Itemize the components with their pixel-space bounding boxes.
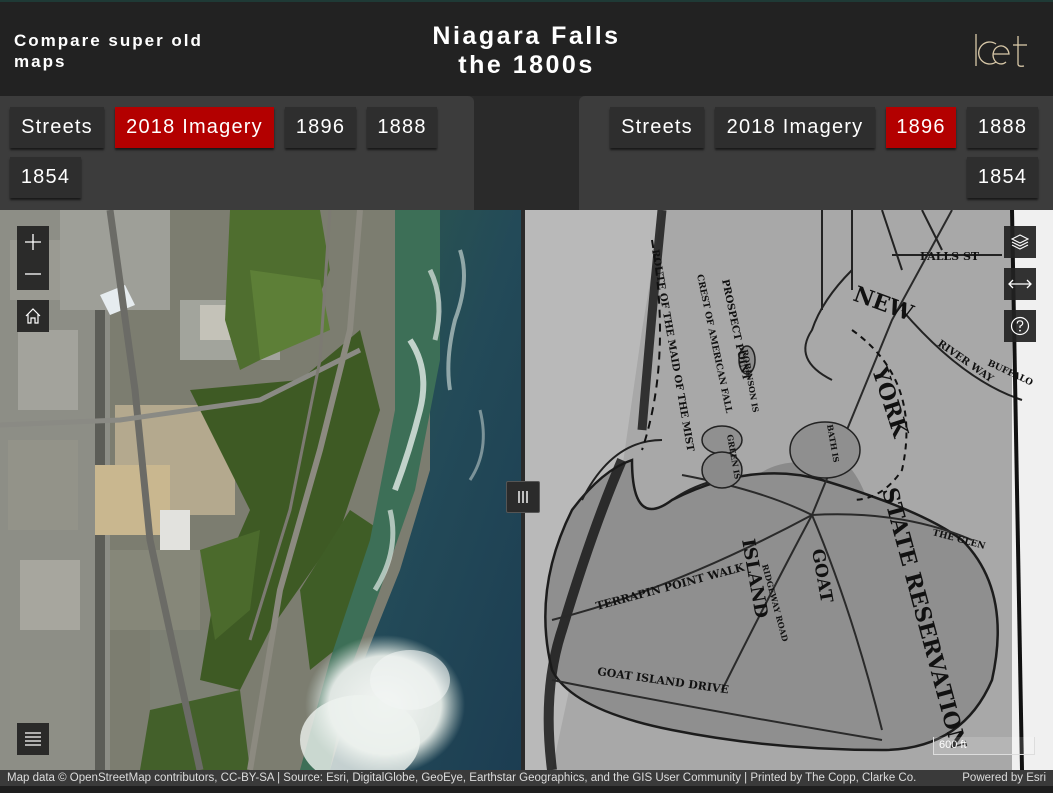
divider-grip-icon [518, 491, 528, 503]
legend-button[interactable] [17, 723, 49, 755]
zoom-out-button[interactable] [17, 258, 49, 290]
left-1896-button[interactable]: 1896 [285, 107, 356, 148]
right-streets-button[interactable]: Streets [610, 107, 704, 148]
home-button[interactable] [17, 300, 49, 332]
powered-by-link[interactable]: Powered by Esri [962, 770, 1046, 786]
scalebar: 600 ft [933, 737, 1035, 755]
left-1888-button[interactable]: 1888 [367, 107, 437, 148]
map-label-falls-st: FALLS ST [920, 250, 980, 263]
layers-button[interactable] [1004, 226, 1036, 258]
help-icon [1010, 316, 1030, 336]
help-button[interactable] [1004, 310, 1036, 342]
page-title-line2: the 1800s [458, 51, 595, 79]
right-1896-button[interactable]: 1896 [886, 107, 956, 148]
left-map-imagery[interactable] [0, 210, 522, 770]
swipe-mode-button[interactable] [1004, 268, 1036, 300]
swipe-handle[interactable] [506, 481, 540, 513]
satellite-image [0, 210, 522, 770]
right-1854-button[interactable]: 1854 [967, 157, 1038, 198]
list-icon [25, 732, 41, 746]
attribution-text: Map data © OpenStreetMap contributors, C… [7, 772, 917, 784]
left-layer-panel: Streets 2018 Imagery 1896 1888 1854 [0, 96, 474, 210]
minus-icon [25, 273, 41, 275]
scalebar-label: 600 ft [939, 739, 967, 751]
page-title-line1: Niagara Falls [432, 22, 621, 50]
lcet-logo[interactable] [971, 30, 1035, 70]
panel-gap [474, 96, 579, 210]
page-title: Niagara Falls the 1800s [0, 22, 1053, 80]
bottom-bar [0, 786, 1053, 793]
plus-icon [25, 234, 41, 250]
historic-map-1896: FALLS ST NEW YORK STATE RESERVATION GOAT… [522, 210, 1053, 770]
zoom-in-button[interactable] [17, 226, 49, 258]
right-layer-panel: Streets 2018 Imagery 1896 1888 1854 [579, 96, 1053, 210]
left-imagery-2018-button[interactable]: 2018 Imagery [115, 107, 274, 148]
right-imagery-2018-button[interactable]: 2018 Imagery [715, 107, 875, 148]
left-1854-button[interactable]: 1854 [10, 157, 81, 198]
right-1888-button[interactable]: 1888 [967, 107, 1038, 148]
layers-icon [1011, 234, 1029, 250]
app-header: Compare super old maps Niagara Falls the… [0, 0, 1053, 96]
attribution-bar: Map data © OpenStreetMap contributors, C… [0, 770, 1053, 786]
right-map-1896[interactable]: FALLS ST NEW YORK STATE RESERVATION GOAT… [522, 210, 1053, 770]
home-icon [25, 308, 41, 324]
left-streets-button[interactable]: Streets [10, 107, 104, 148]
swipe-arrows-icon [1008, 279, 1032, 289]
